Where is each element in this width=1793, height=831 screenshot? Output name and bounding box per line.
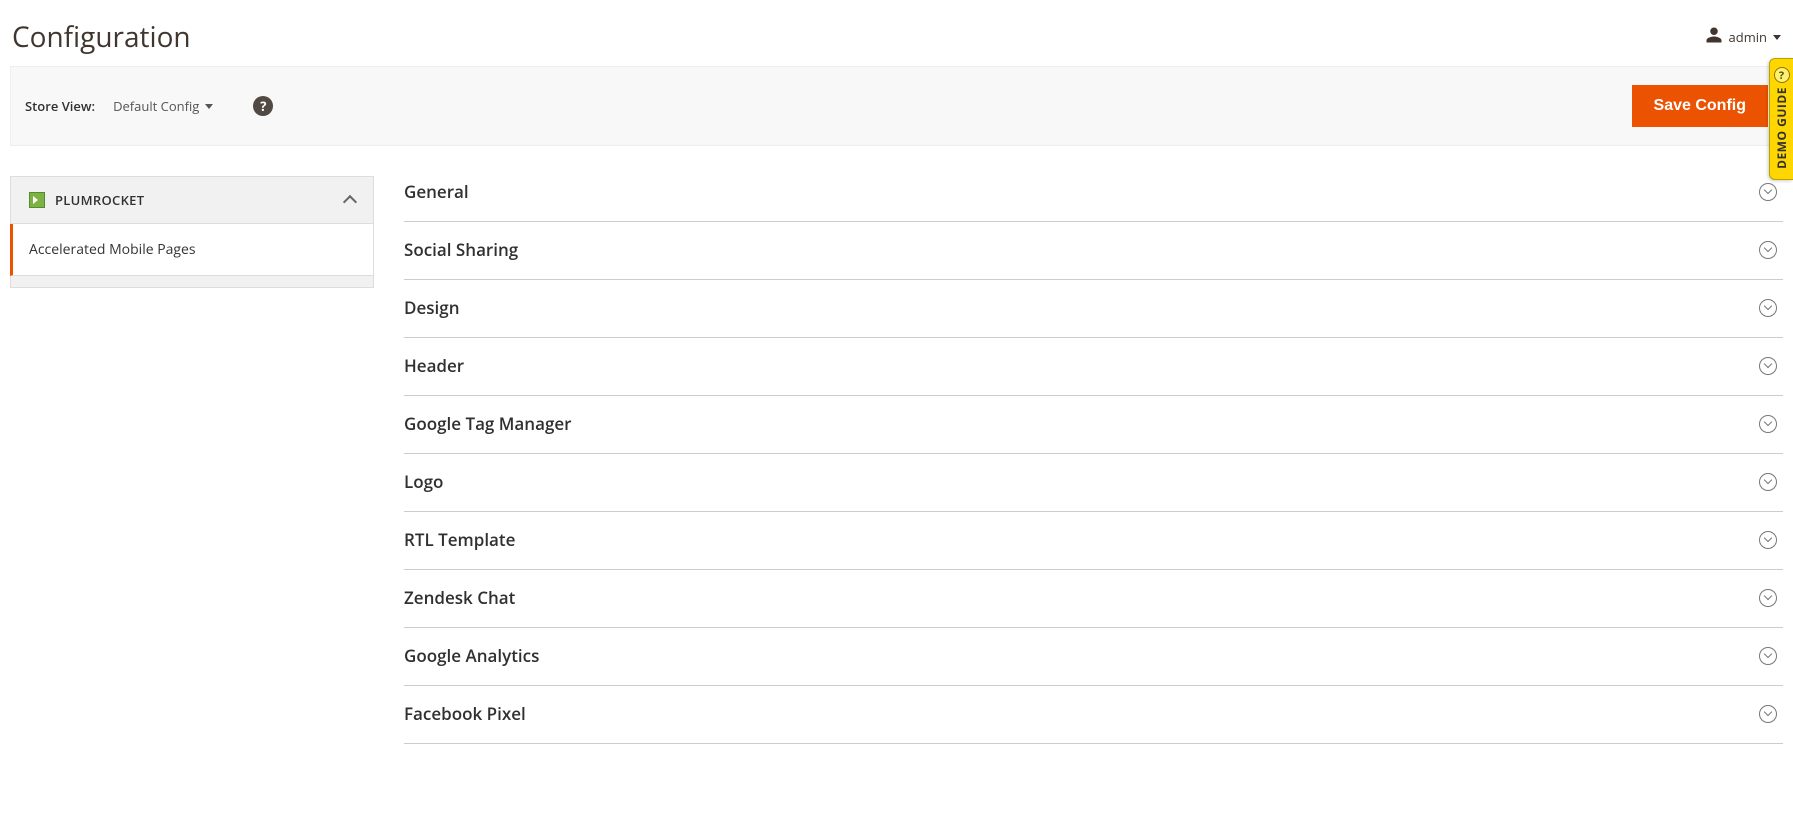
section-title: General	[404, 180, 469, 203]
user-icon	[1705, 26, 1723, 48]
demo-guide-tab[interactable]: ? DEMO GUIDE	[1769, 58, 1793, 180]
section-header[interactable]: Header	[404, 338, 1783, 396]
store-view-select[interactable]: Default Config	[113, 97, 213, 115]
section-rtl-template[interactable]: RTL Template	[404, 512, 1783, 570]
sidebar-group-label: PLUMROCKET	[55, 191, 144, 209]
section-title: Facebook Pixel	[404, 702, 526, 725]
plumrocket-logo-icon	[29, 192, 45, 208]
toolbar: Store View: Default Config ? Save Config	[10, 66, 1783, 146]
section-zendesk-chat[interactable]: Zendesk Chat	[404, 570, 1783, 628]
section-title: Logo	[404, 470, 443, 493]
section-title: RTL Template	[404, 528, 515, 551]
expand-icon	[1759, 473, 1777, 491]
caret-down-icon	[1773, 35, 1781, 40]
sidebar-group-plumrocket[interactable]: PLUMROCKET	[10, 176, 374, 224]
expand-icon	[1759, 183, 1777, 201]
save-config-button[interactable]: Save Config	[1632, 85, 1768, 127]
caret-down-icon	[205, 104, 213, 109]
question-icon: ?	[1774, 67, 1790, 83]
section-logo[interactable]: Logo	[404, 454, 1783, 512]
expand-icon	[1759, 415, 1777, 433]
sidebar-item-amp[interactable]: Accelerated Mobile Pages	[10, 224, 374, 276]
section-facebook-pixel[interactable]: Facebook Pixel	[404, 686, 1783, 744]
sidebar: PLUMROCKET Accelerated Mobile Pages	[10, 176, 374, 288]
sidebar-item-label: Accelerated Mobile Pages	[29, 240, 196, 259]
chevron-up-icon	[343, 195, 357, 209]
section-google-analytics[interactable]: Google Analytics	[404, 628, 1783, 686]
demo-guide-label: DEMO GUIDE	[1773, 87, 1790, 169]
expand-icon	[1759, 241, 1777, 259]
section-social-sharing[interactable]: Social Sharing	[404, 222, 1783, 280]
admin-user-menu[interactable]: admin	[1705, 26, 1781, 48]
expand-icon	[1759, 531, 1777, 549]
expand-icon	[1759, 299, 1777, 317]
expand-icon	[1759, 357, 1777, 375]
section-title: Design	[404, 296, 460, 319]
store-view-label: Store View:	[25, 97, 95, 115]
expand-icon	[1759, 705, 1777, 723]
section-title: Social Sharing	[404, 238, 518, 261]
store-view-value: Default Config	[113, 97, 199, 115]
expand-icon	[1759, 647, 1777, 665]
help-icon[interactable]: ?	[253, 96, 273, 116]
section-title: Google Analytics	[404, 644, 539, 667]
section-design[interactable]: Design	[404, 280, 1783, 338]
section-title: Header	[404, 354, 464, 377]
section-google-tag-manager[interactable]: Google Tag Manager	[404, 396, 1783, 454]
admin-user-label: admin	[1729, 28, 1767, 46]
config-sections: General Social Sharing Design Header Goo…	[404, 176, 1783, 744]
expand-icon	[1759, 589, 1777, 607]
page-title: Configuration	[12, 18, 191, 56]
sidebar-footer	[10, 276, 374, 288]
section-title: Zendesk Chat	[404, 586, 515, 609]
section-title: Google Tag Manager	[404, 412, 572, 435]
section-general[interactable]: General	[404, 176, 1783, 222]
